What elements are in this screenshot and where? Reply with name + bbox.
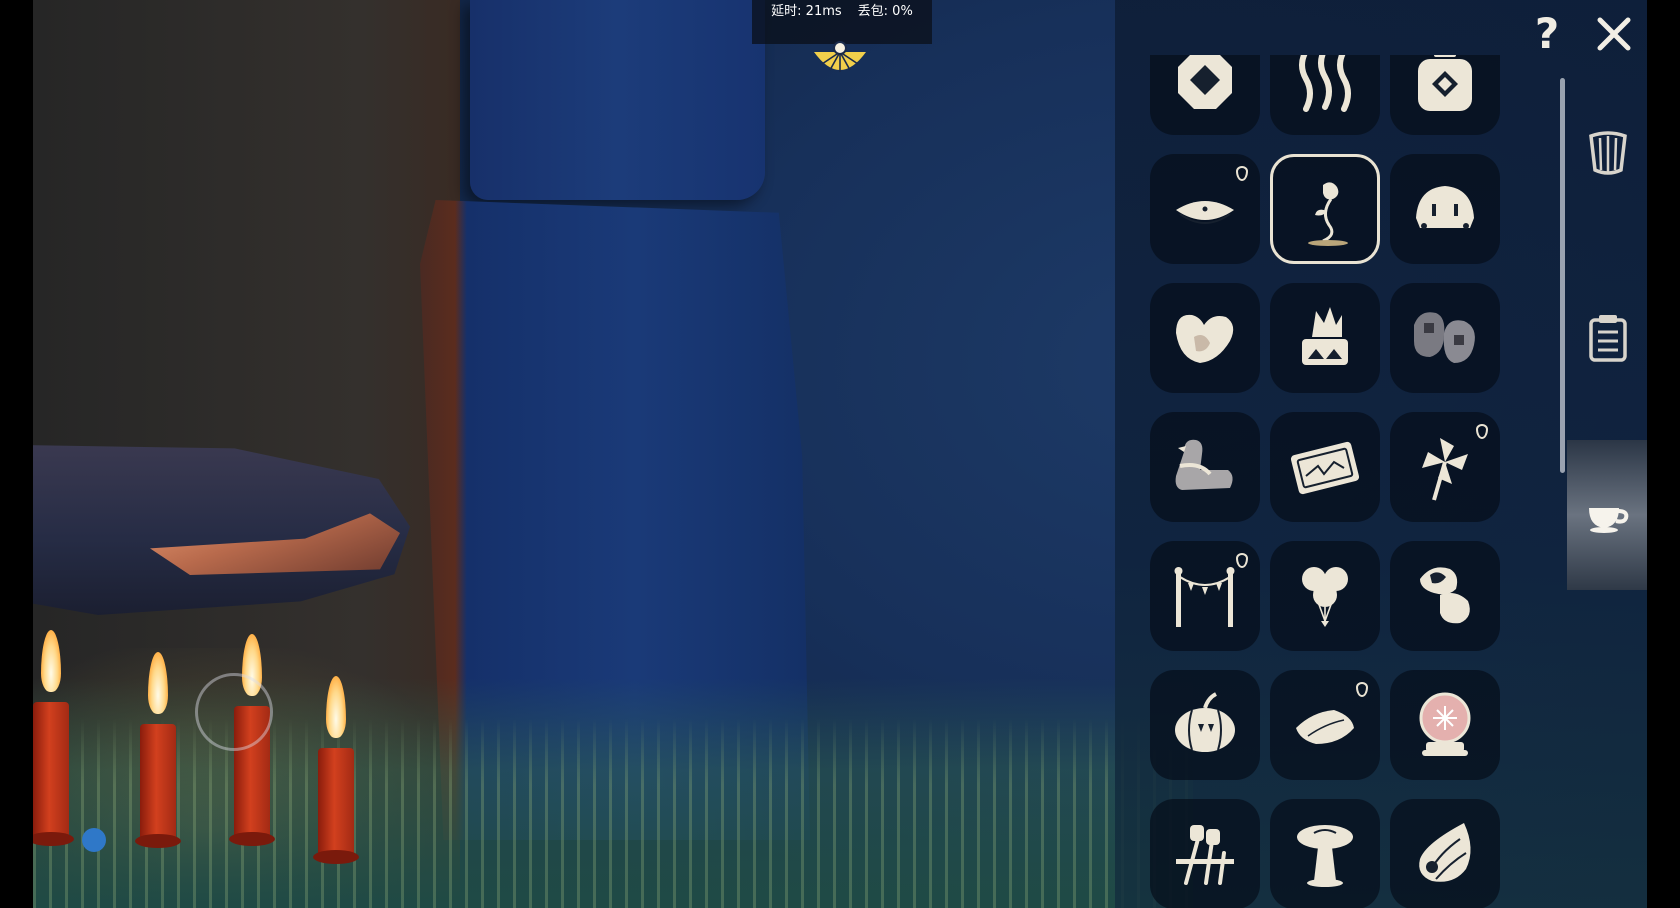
item-grid [1150, 55, 1530, 908]
item-slot[interactable] [1390, 541, 1500, 651]
wing-fan-icon [814, 41, 866, 72]
tab-instruments[interactable] [1567, 80, 1647, 230]
bunting-posts-icon [1174, 567, 1235, 627]
item-slot[interactable] [1390, 799, 1500, 908]
mushroom-table-icon [1297, 825, 1353, 887]
drop-icon [1236, 166, 1248, 181]
joystick-dot[interactable] [82, 828, 106, 852]
rock-pile-icon [1420, 567, 1470, 624]
item-slot[interactable] [1150, 412, 1260, 522]
movement-ring[interactable] [195, 673, 273, 751]
item-slot[interactable] [1150, 541, 1260, 651]
clipboard-icon [1589, 315, 1627, 362]
item-slot[interactable] [1270, 283, 1380, 393]
candle [28, 630, 74, 846]
balloons-icon [1302, 567, 1348, 627]
help-button[interactable]: ? [1527, 8, 1567, 60]
heart-stones-icon [1176, 314, 1234, 363]
latency-text: 延时: 21ms [771, 4, 842, 19]
pillow-icon [1296, 710, 1354, 744]
conch-shell-icon [1419, 823, 1471, 882]
candle [135, 652, 181, 848]
item-slot[interactable] [1150, 55, 1260, 135]
pumpkin-icon [1175, 692, 1235, 752]
item-slot[interactable] [1390, 412, 1500, 522]
item-slot[interactable] [1270, 412, 1380, 522]
potion-bottle-icon [1418, 55, 1472, 111]
rose-icon [1308, 182, 1348, 246]
harp-icon [1589, 131, 1627, 175]
close-icon[interactable] [1594, 14, 1634, 54]
drop-icon [1356, 682, 1368, 697]
drop-icon [1236, 553, 1248, 568]
item-slot[interactable] [1150, 154, 1260, 264]
octagon-token-icon [1178, 55, 1232, 109]
stone-pillar-upper [470, 0, 765, 200]
snow-globe-icon [1419, 692, 1471, 756]
constellation-mat-icon [1290, 441, 1360, 495]
steam-waves-icon [1299, 55, 1351, 112]
letterbox-right [1647, 0, 1680, 908]
item-slot[interactable] [1390, 670, 1500, 780]
item-slot[interactable] [1150, 799, 1260, 908]
item-slot[interactable] [1150, 283, 1260, 393]
drop-icon [1476, 424, 1488, 439]
item-slot[interactable] [1390, 154, 1500, 264]
letterbox-left [0, 0, 33, 908]
teacup-icon [1589, 508, 1629, 533]
tab-notes[interactable] [1567, 262, 1647, 412]
item-slot[interactable] [1270, 799, 1380, 908]
item-slot[interactable] [1390, 55, 1500, 135]
candle [313, 676, 359, 864]
turtle-shell-icon [1416, 186, 1474, 229]
rock-pair-icon [1414, 312, 1475, 363]
marshmallow-sticks-icon [1176, 825, 1234, 885]
item-slot[interactable] [1150, 670, 1260, 780]
crystal-cake-icon [1302, 307, 1348, 365]
pinwheel-icon [1422, 438, 1468, 501]
item-slot[interactable] [1270, 670, 1380, 780]
item-slot[interactable] [1270, 154, 1380, 264]
packet-loss-text: 丢包: 0% [857, 4, 913, 19]
scrollbar[interactable] [1560, 78, 1565, 473]
tab-props[interactable] [1567, 440, 1647, 590]
cushion-icon [1176, 201, 1234, 224]
item-slot[interactable] [1270, 541, 1380, 651]
item-slot[interactable] [1390, 283, 1500, 393]
item-slot[interactable] [1270, 55, 1380, 135]
bird-statue-icon [1175, 439, 1233, 490]
